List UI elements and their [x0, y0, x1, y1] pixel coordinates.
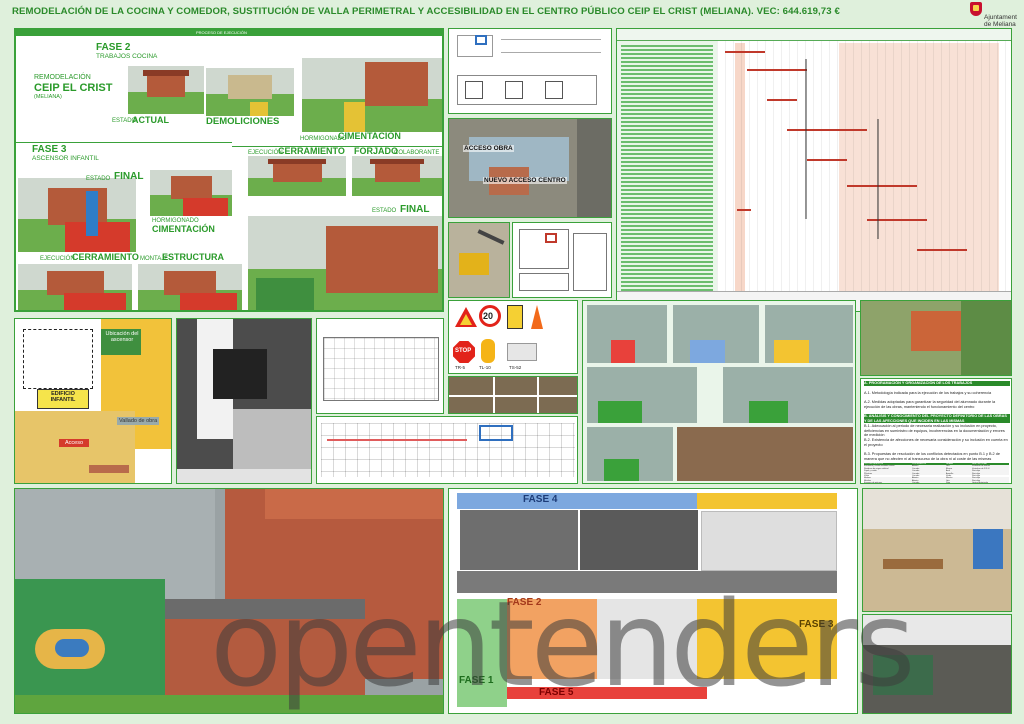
forjado-label: FORJADO: [354, 146, 399, 156]
lane-sign-icon: [507, 305, 523, 329]
elevator-shaft-photo: [176, 318, 312, 484]
watermark: opentenders: [210, 575, 916, 713]
criteria-line: A. PROGRAMACIÓN Y ORGANIZACIÓN DE LOS TR…: [864, 381, 1010, 386]
project-label-3: (MELIANA): [34, 94, 62, 100]
elevations-drawing-panel: [448, 28, 612, 114]
fase3-title: FASE 3: [32, 144, 67, 155]
stop-sign-text: STOP: [455, 348, 472, 354]
sign-caption-1: TR-5: [455, 365, 465, 370]
render-fase3-cimentacion: [150, 170, 232, 216]
render-cerramiento: [248, 156, 346, 196]
court-plan-left: [459, 509, 579, 571]
render-fase3-cerramiento: [18, 264, 132, 310]
project-label-1: REMODELACIÓN: [34, 74, 91, 81]
aerial-label-new-access: NUEVO ACCESO CENTRO: [483, 177, 567, 184]
site-plan-drawing: [512, 222, 612, 298]
phase-aerials-grid: [582, 300, 856, 484]
gantt-schedule-panel: [616, 28, 1012, 312]
barrier-icon: [507, 343, 537, 361]
logo-line-2: de Meliana: [984, 21, 1016, 28]
building-label: EDIFICIO INFANTIL: [50, 391, 76, 403]
estado-final-small: ESTADO: [372, 208, 397, 214]
waste-table: TIPO DE RESIDUOS CONTENEDOR GRAVA DESTINO F…: [864, 463, 1010, 483]
traffic-signs-panel: 20 STOP TR-5 TL-10 TS-52: [448, 300, 578, 374]
access-label: Acceso: [59, 439, 90, 447]
coat-of-arms-icon: [970, 2, 982, 16]
demoliciones-label: DEMOLICIONES: [206, 116, 280, 127]
fase2-title: FASE 2: [96, 42, 131, 53]
final-label-2: FINAL: [114, 171, 144, 182]
criteria-line: A.2. Medidas adoptadas para garantizar l…: [864, 400, 996, 409]
sign-caption-2: TL-10: [479, 365, 491, 370]
cimentacion-label-2: CIMENTACIÓN: [152, 224, 215, 234]
logo-line-1: Ajuntament: [984, 14, 1017, 21]
cerramiento-label-2: CERRAMIENTO: [72, 252, 139, 262]
municipal-logo: Ajuntament de Meliana: [958, 2, 1020, 28]
table-cell: Rojo: [946, 482, 951, 484]
render-fase3-estructura: [138, 264, 242, 310]
fase3-subtitle: ASCENSOR INFANTIL: [32, 155, 99, 162]
estado-actual-big: ACTUAL: [132, 115, 169, 125]
zone-fase4-label: FASE 4: [523, 494, 558, 505]
cimentacion-label: CIMENTACIÓN: [338, 131, 401, 141]
gantt-task-list: [621, 45, 713, 295]
interior-photos-grid: [448, 376, 578, 414]
court-plan-right: [701, 511, 837, 571]
table-cell: Cerrado: [912, 482, 920, 484]
gantt-grid: [717, 41, 1011, 311]
excavator-photo: [448, 222, 510, 298]
render-demoliciones: [206, 68, 294, 116]
project-label-2: CEIP EL CRIST: [34, 82, 113, 94]
render-forjado: [352, 156, 442, 196]
speed-limit-value: 20: [483, 311, 494, 321]
estructura-label: ESTRUCTURA: [162, 252, 224, 262]
render-estado-final: [248, 216, 442, 310]
site-aerial-right: [860, 300, 1012, 376]
render-estado-actual: [128, 66, 204, 114]
sign-caption-3: TS-52: [509, 365, 522, 370]
site-plan-strip: [316, 416, 578, 484]
table-row: Envases de pinturas Cerrado Rojo Gestor Aut…: [864, 482, 1009, 484]
fase2-subtitle: TRABAJOS COCINA: [96, 53, 158, 60]
render-cimentacion: [302, 58, 442, 132]
criteria-line: B.1. Adecuación al periodo de necesaria …: [864, 424, 1005, 438]
phases-top-bar: PROCESO DE EJECUCIÓN: [196, 30, 247, 35]
elevator-location-plan: Ubicación del ascensor EDIFICIO INFANTIL…: [14, 318, 172, 484]
warning-light-icon: [481, 339, 495, 363]
ejecucion-small-2: EJECUCIÓN: [40, 256, 75, 262]
fence-label: Vallado de obra: [117, 417, 160, 425]
aerial-site-photo: ACCESO OBRA NUEVO ACCESO CENTRO: [448, 118, 612, 218]
criteria-text-panel: A. PROGRAMACIÓN Y ORGANIZACIÓN DE LOS TR…: [860, 378, 1012, 484]
estado-final-big: FINAL: [400, 204, 430, 215]
render-fase3-final: [18, 178, 136, 252]
page-title: REMODELACIÓN DE LA COCINA Y COMEDOR, SUS…: [12, 6, 840, 17]
criteria-line: B.2. Existencia de afecciones de necesar…: [864, 438, 1008, 447]
criteria-line: A.1. Metodología indicada para la ejecuc…: [864, 391, 992, 395]
phases-panel: PROCESO DE EJECUCIÓN REMODELACIÓN CEIP E…: [14, 28, 444, 312]
criteria-line: B.3. Propuestas de resolución de los con…: [864, 452, 1000, 461]
cerramiento-label: CERRAMIENTO: [278, 146, 345, 156]
zone-fase4: [457, 493, 697, 509]
estado-small-2: ESTADO: [86, 176, 111, 182]
table-cell: Envases de pinturas: [864, 482, 883, 484]
traffic-cone-icon: [531, 305, 543, 329]
aerial-label-access: ACCESO OBRA: [463, 145, 514, 152]
criteria-line: B. ANÁLISIS Y CONOCIMIENTO DEL PROYECTO …: [864, 414, 1010, 424]
floor-plan-drawing: [316, 318, 444, 414]
elevator-label: Ubicación del ascensor: [105, 331, 139, 343]
table-cell: Gestor Autorizado: [972, 482, 989, 484]
